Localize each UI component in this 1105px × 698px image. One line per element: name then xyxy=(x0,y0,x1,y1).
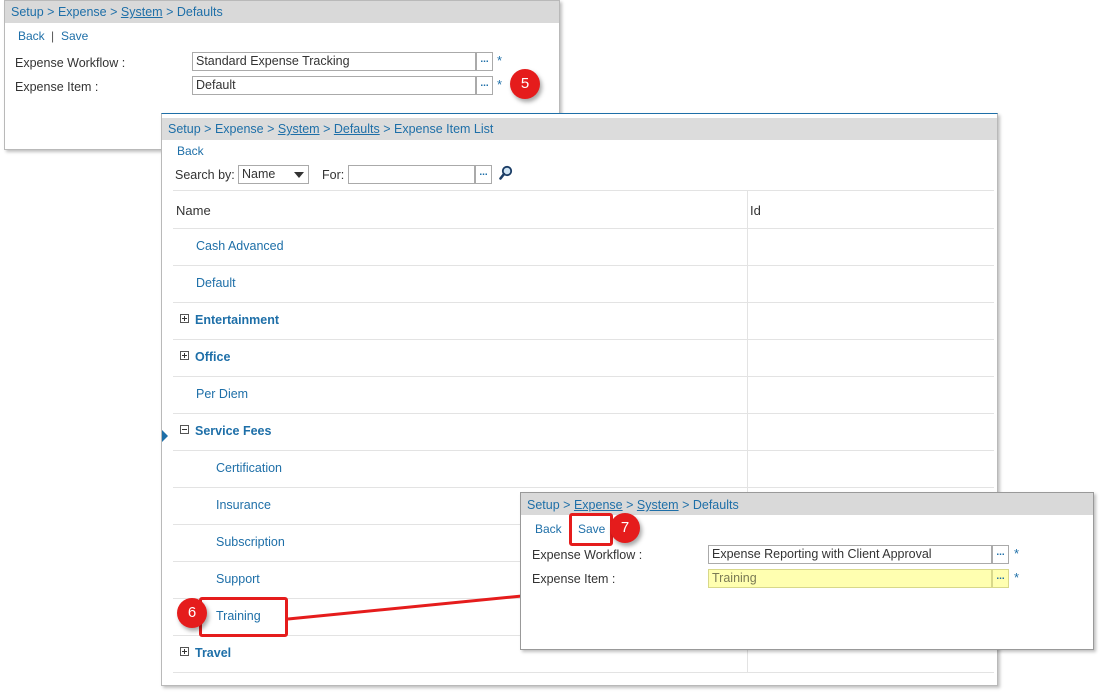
required-marker: * xyxy=(1014,570,1020,585)
expense-workflow-label: Expense Workflow : xyxy=(532,548,643,562)
step-callout-6: 6 xyxy=(177,598,207,628)
breadcrumb-defaults: Defaults xyxy=(692,498,739,512)
breadcrumb-setup[interactable]: Setup xyxy=(527,498,560,512)
breadcrumb: Setup > Expense > System > Defaults xyxy=(521,493,1093,515)
expense-item-field[interactable]: Training xyxy=(708,569,992,588)
back-link[interactable]: Back xyxy=(535,522,562,536)
expense-item-label: Expense Item : xyxy=(532,572,616,586)
expense-workflow-lookup-button[interactable]: ... xyxy=(992,545,1009,564)
step-callout-7: 7 xyxy=(610,513,640,543)
breadcrumb-system[interactable]: System xyxy=(637,498,679,512)
breadcrumb-expense[interactable]: Expense xyxy=(574,498,623,512)
save-highlight-box xyxy=(569,513,613,546)
expense-item-lookup-button[interactable]: ... xyxy=(992,569,1009,588)
required-marker: * xyxy=(1014,546,1020,561)
expense-workflow-field[interactable]: Expense Reporting with Client Approval xyxy=(708,545,992,564)
